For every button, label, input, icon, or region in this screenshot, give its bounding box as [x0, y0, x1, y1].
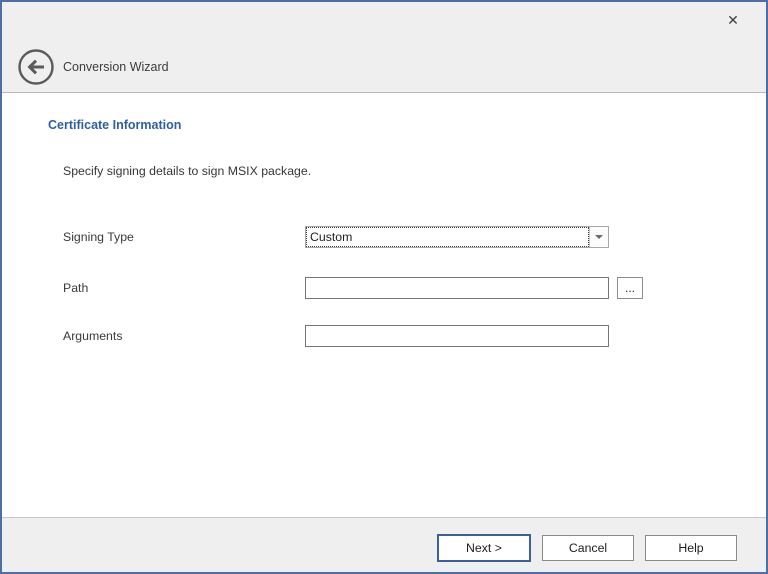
conversion-wizard-dialog: ✕ Conversion Wizard Certificate Informat… [0, 0, 768, 574]
signing-type-dropdown-button[interactable] [589, 227, 608, 247]
browse-button[interactable]: ... [617, 277, 643, 299]
wizard-page [2, 93, 766, 517]
help-button[interactable]: Help [645, 535, 737, 561]
close-button[interactable]: ✕ [722, 9, 744, 31]
back-button[interactable] [17, 48, 55, 86]
next-button[interactable]: Next > [437, 534, 531, 562]
path-input[interactable] [305, 277, 609, 299]
header-back-row: Conversion Wizard [17, 48, 169, 86]
wizard-footer: Next > Cancel Help [2, 517, 766, 572]
page-heading: Certificate Information [48, 118, 181, 132]
page-description: Specify signing details to sign MSIX pac… [63, 164, 311, 178]
wizard-title: Conversion Wizard [63, 60, 169, 74]
wizard-header: ✕ Conversion Wizard [2, 2, 766, 93]
close-icon: ✕ [727, 13, 739, 27]
arguments-label: Arguments [63, 325, 122, 347]
signing-type-input[interactable] [307, 228, 588, 246]
cancel-button[interactable]: Cancel [542, 535, 634, 561]
signing-type-combobox[interactable] [305, 226, 609, 248]
chevron-down-icon [595, 235, 603, 239]
arguments-input[interactable] [305, 325, 609, 347]
back-arrow-icon [17, 74, 55, 89]
path-label: Path [63, 277, 88, 299]
signing-type-label: Signing Type [63, 226, 134, 248]
